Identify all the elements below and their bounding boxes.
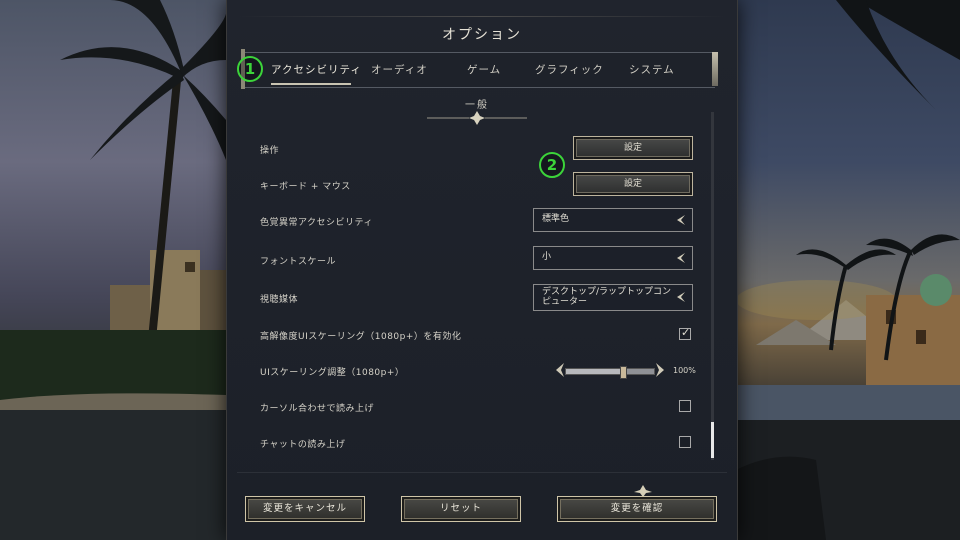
hires-ui-checkbox[interactable]: ✓ (679, 326, 691, 340)
color-blind-label: 色覚異常アクセシビリティ (260, 218, 374, 228)
ui-scaling-value: 100% (673, 366, 696, 375)
cancel-changes-button[interactable]: 変更をキャンセル (245, 496, 365, 522)
font-scale-dropdown[interactable]: 小 (533, 246, 693, 270)
controls-settings-button[interactable]: 設定 (573, 136, 693, 160)
slider-track (565, 366, 655, 379)
section-title: 一般 (465, 100, 489, 111)
hover-read-label: カーソル合わせで読み上げ (260, 404, 375, 414)
viewing-media-label: 視聴媒体 (260, 295, 299, 305)
chat-read-label: チャットの読み上げ (260, 440, 346, 450)
tab-bar-right-cap (712, 52, 718, 86)
color-blind-dropdown[interactable]: 標準色 (533, 208, 693, 232)
background-scenery-right (736, 0, 960, 540)
tab-accessibility[interactable]: アクセシビリティ (271, 62, 362, 77)
tab-system[interactable]: システム (629, 62, 675, 77)
tab-game[interactable]: ゲーム (467, 62, 501, 77)
tab-audio[interactable]: オーディオ (371, 62, 428, 77)
dropdown-arrow-icon (677, 215, 685, 225)
active-tab-indicator (271, 83, 351, 85)
slider-right-arrow-icon[interactable] (655, 362, 665, 378)
controls-label: 操作 (260, 146, 280, 156)
dropdown-arrow-icon (677, 253, 685, 263)
slider-fill (566, 369, 624, 374)
font-scale-value: 小 (542, 252, 552, 262)
scrollbar[interactable] (711, 112, 714, 460)
scrollbar-thumb[interactable] (711, 422, 714, 458)
keyboard-mouse-settings-button[interactable]: 設定 (573, 172, 693, 196)
hover-read-checkbox[interactable] (679, 400, 691, 412)
checkmark-icon: ✓ (681, 326, 691, 339)
ui-scaling-slider[interactable] (555, 362, 665, 379)
chat-read-checkbox[interactable] (679, 436, 691, 448)
dropdown-arrow-icon (677, 292, 685, 302)
ui-scaling-label: UIスケーリング調整（1080p+） (260, 368, 405, 378)
section-ornament-icon (427, 111, 527, 125)
slider-left-arrow-icon[interactable] (555, 362, 565, 378)
color-blind-value: 標準色 (542, 214, 570, 224)
annotation-badge-2: 2 (539, 152, 565, 178)
font-scale-label: フォントスケール (260, 257, 337, 267)
options-panel: オプション アクセシビリティ オーディオ ゲーム グラフィック システム 1 一… (226, 0, 738, 540)
title-divider (237, 16, 727, 17)
page-title: オプション (442, 27, 522, 43)
footer-divider (237, 472, 727, 473)
hires-ui-label: 高解像度UIスケーリング（1080p+）を有効化 (260, 332, 462, 342)
confirm-changes-button[interactable]: 変更を確認 (557, 496, 717, 522)
keyboard-mouse-label: キーボード + マウス (260, 182, 351, 192)
slider-thumb[interactable] (620, 366, 628, 379)
background-scenery-left (0, 0, 226, 540)
tab-graphics[interactable]: グラフィック (535, 62, 604, 77)
tab-bar: アクセシビリティ オーディオ ゲーム グラフィック システム (241, 49, 718, 89)
viewing-media-value: デスクトップ/ラップトップコンピューター (542, 287, 672, 307)
reset-button[interactable]: リセット (401, 496, 521, 522)
viewing-media-dropdown[interactable]: デスクトップ/ラップトップコンピューター (533, 284, 693, 311)
annotation-badge-1: 1 (237, 56, 263, 82)
